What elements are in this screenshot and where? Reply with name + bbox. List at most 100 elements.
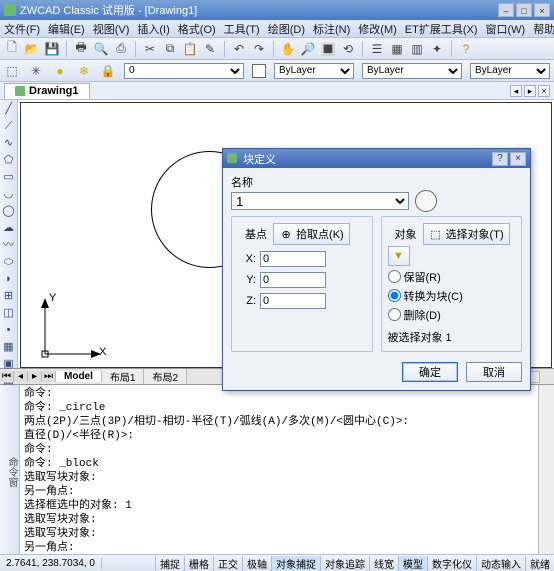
mode-model[interactable]: 模型 [398,556,427,571]
layer-states-icon[interactable]: ✳ [28,63,44,79]
mode-dyn[interactable]: 动态输入 [476,556,525,571]
publish-icon[interactable]: ⎙ [113,41,129,57]
tab-prev-button[interactable]: ◂ [510,85,522,97]
command-scrollbar[interactable] [538,385,554,554]
color-swatch[interactable] [252,64,266,78]
menu-file[interactable]: 文件(F) [4,21,40,37]
menu-dim[interactable]: 标注(N) [313,21,350,37]
ok-button[interactable]: 确定 [402,362,458,382]
insert-block-icon[interactable]: ⊞ [2,289,16,303]
menu-edit[interactable]: 编辑(E) [48,21,85,37]
calc-icon[interactable]: ✦ [429,41,445,57]
spline-icon[interactable]: 〰 [2,238,16,252]
tab-layout1[interactable]: 布局1 [102,369,145,384]
mode-lwt[interactable]: 线宽 [369,556,398,571]
mode-ortho[interactable]: 正交 [213,556,242,571]
zoom-prev-icon[interactable]: ⟲ [340,41,356,57]
ellipse-arc-icon[interactable]: ◗ [2,272,16,286]
mode-polar[interactable]: 极轴 [242,556,271,571]
tab-last-button[interactable]: ⏭ [42,371,56,382]
open-icon[interactable]: 📂 [24,41,40,57]
mode-snap[interactable]: 捕捉 [155,556,184,571]
menu-tools[interactable]: 工具(T) [224,21,260,37]
preview-icon[interactable]: 🔍 [93,41,109,57]
save-icon[interactable]: 💾 [44,41,60,57]
layer-bulb-icon[interactable]: ● [52,63,68,79]
help-icon[interactable]: ? [458,41,474,57]
linetype-combo[interactable]: ByLayer [362,63,462,79]
command-log[interactable]: 命令: 命令: _circle 两点(2P)/三点(3P)/相切-相切-半径(T… [20,385,538,554]
make-block-icon[interactable]: ◫ [2,306,16,320]
redo-icon[interactable]: ↷ [251,41,267,57]
tab-model[interactable]: Model [56,371,102,382]
block-name-combo[interactable]: 1 [231,192,409,210]
layer-lock-icon[interactable]: 🔒 [100,63,116,79]
close-button[interactable]: × [534,3,550,17]
color-combo[interactable]: ByLayer [274,63,354,79]
maximize-button[interactable]: □ [516,3,532,17]
tool-palettes-icon[interactable]: ▥ [409,41,425,57]
xline-icon[interactable]: ⟋ [2,119,16,133]
revcloud-icon[interactable]: ☁ [2,221,16,235]
point-icon[interactable]: • [2,323,16,337]
menu-draw[interactable]: 绘图(D) [268,21,305,37]
zoom-win-icon[interactable]: 🔳 [320,41,336,57]
menu-format[interactable]: 格式(O) [178,21,216,37]
design-center-icon[interactable]: ▦ [389,41,405,57]
tab-layout2[interactable]: 布局2 [144,369,187,384]
menu-window[interactable]: 窗口(W) [486,21,526,37]
pick-point-button[interactable]: ⊕ 拾取点(K) [273,223,350,245]
match-icon[interactable]: ✎ [202,41,218,57]
menu-et[interactable]: ET扩展工具(X) [405,21,478,37]
mode-osnap[interactable]: 对象捕捉 [271,556,320,571]
mode-tablet[interactable]: 数字化仪 [427,556,476,571]
tab-next-button[interactable]: ▸ [28,371,42,382]
region-icon[interactable]: ▣ [2,357,16,371]
dialog-title-bar[interactable]: 块定义 ? × [223,149,530,168]
retain-radio[interactable] [388,270,401,283]
line-icon[interactable]: ╱ [2,102,16,116]
tab-next-button[interactable]: ▸ [524,85,536,97]
document-tab[interactable]: Drawing1 [4,83,90,99]
menu-modify[interactable]: 修改(M) [358,21,397,37]
dialog-close-button[interactable]: × [510,152,526,166]
layer-manager-icon[interactable]: ⬚ [4,63,20,79]
x-input[interactable] [260,251,326,267]
zoom-rt-icon[interactable]: 🔎 [300,41,316,57]
circle-icon[interactable]: ◯ [2,204,16,218]
cut-icon[interactable]: ✂ [142,41,158,57]
menu-help[interactable]: 帮助(H) [533,21,554,37]
tab-close-button[interactable]: × [538,85,550,97]
menu-insert[interactable]: 插入(I) [137,21,169,37]
quick-select-button[interactable]: ▼ [388,246,410,266]
hatch-icon[interactable]: ▦ [2,340,16,354]
pan-icon[interactable]: ✋ [280,41,296,57]
mode-otrack[interactable]: 对象追踪 [320,556,369,571]
y-input[interactable] [260,272,326,288]
print-icon[interactable]: 🖶 [73,41,89,57]
props-icon[interactable]: ☰ [369,41,385,57]
ellipse-icon[interactable]: ⬭ [2,255,16,269]
cancel-button[interactable]: 取消 [466,362,522,382]
lineweight-combo[interactable]: ByLayer [470,63,550,79]
copy-icon[interactable]: ⧉ [162,41,178,57]
tab-prev-button[interactable]: ◂ [14,371,28,382]
layer-freeze-icon[interactable]: ❄ [76,63,92,79]
new-icon[interactable]: 🗋 [4,41,20,57]
paste-icon[interactable]: 📋 [182,41,198,57]
minimize-button[interactable]: – [498,3,514,17]
polyline-icon[interactable]: ∿ [2,136,16,150]
arc-icon[interactable]: ◡ [2,187,16,201]
tab-first-button[interactable]: ⏮ [0,371,14,382]
dialog-help-button[interactable]: ? [492,152,508,166]
rectangle-icon[interactable]: ▭ [2,170,16,184]
convert-radio[interactable] [388,289,401,302]
polygon-icon[interactable]: ⬠ [2,153,16,167]
z-input[interactable] [260,293,326,309]
mode-grid[interactable]: 栅格 [184,556,213,571]
delete-radio[interactable] [388,308,401,321]
undo-icon[interactable]: ↶ [231,41,247,57]
select-objects-button[interactable]: ⬚ 选择对象(T) [423,223,510,245]
layer-combo[interactable]: 0 [124,63,244,79]
menu-view[interactable]: 视图(V) [93,21,130,37]
